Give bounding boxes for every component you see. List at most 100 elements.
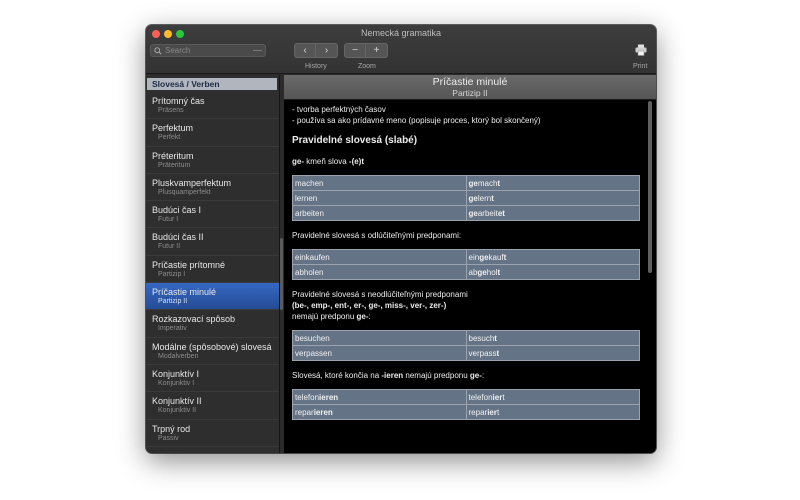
infinitive-cell: arbeiten	[292, 205, 467, 221]
sidebar-item-subtitle: Präteritum	[158, 161, 191, 169]
participle-cell: gearbeitet	[465, 205, 640, 221]
search-clear-icon[interactable]	[253, 50, 262, 51]
note-line: (be-, emp-, ent-, er-, ge-, miss-, ver-,…	[292, 300, 648, 311]
participle-cell: gemacht	[465, 175, 640, 191]
sidebar-item[interactable]: Rozkazovací spôsob Imperativ	[146, 310, 279, 338]
window-title: Nemecká gramatika	[360, 28, 442, 38]
participle-cell: verpasst	[465, 345, 640, 361]
table-row: abholen abgeholt	[292, 264, 640, 280]
sidebar-item-subtitle: Futur II	[158, 243, 181, 251]
sidebar-item-subtitle: Perfekt	[158, 134, 181, 142]
infinitive-cell: besuchen	[292, 330, 467, 346]
sidebar-item[interactable]: Budúci čas I Futur I	[146, 201, 279, 229]
word-part: ge	[479, 252, 489, 262]
word-part: t	[491, 193, 494, 203]
word-part: ge	[477, 267, 487, 277]
sidebar-item-subtitle: Präsens	[158, 107, 184, 114]
conjugation-table-regular: machen gemacht lernen gelernt arbeiten gearbe…	[292, 175, 640, 221]
table-row: telefonieren telefoniert	[292, 389, 640, 405]
sidebar-item-title: Trpný rod	[152, 423, 191, 434]
infinitive-cell: reparieren	[292, 404, 467, 420]
zoom-out-button[interactable]: −	[344, 43, 366, 58]
note-bold: ge-	[469, 371, 482, 380]
search-icon	[154, 46, 162, 55]
conjugation-table-inseparable: besuchen besucht verpassen verpasst	[292, 330, 640, 361]
sidebar-item[interactable]: Prítomný čas Präsens	[146, 92, 279, 120]
table-row: arbeiten gearbeitet	[292, 205, 640, 221]
word-part: mach	[477, 178, 498, 188]
sidebar-item[interactable]: Príčastie minulé Partizip II	[146, 283, 279, 311]
sidebar-item-title: Budúci čas II	[152, 232, 204, 243]
sidebar-item-subtitle: Imperativ	[158, 325, 187, 333]
sidebar-item-title: Rozkazovací spôsob	[152, 314, 236, 325]
print-label: Print	[633, 63, 648, 70]
content-title: Príčastie minulé	[432, 76, 508, 88]
word-part: telefon	[468, 392, 493, 402]
table-row: reparieren repariert	[292, 404, 640, 420]
sidebar-item[interactable]: Príčastie prítomné Partizip I	[146, 256, 279, 284]
sidebar-item[interactable]: Modálne (spôsobové) slovesá Modalverben	[146, 338, 279, 365]
printer-icon[interactable]	[635, 44, 647, 56]
infinitive-cell: lernen	[292, 190, 467, 206]
chevron-left-icon: ‹	[303, 45, 307, 56]
sidebar-item-title: Konjunktív II	[152, 396, 202, 407]
sidebar: Slovesá / Verben Prítomný čas Präsens Perf…	[146, 75, 280, 453]
sidebar-item-subtitle: Konjunktiv II	[158, 407, 197, 415]
participle-cell: gelernt	[465, 190, 640, 206]
word-part: t	[494, 333, 497, 343]
rule-text: kmeň slova	[304, 157, 349, 166]
word-part: verpass	[468, 348, 497, 358]
zoom-control: − +	[344, 43, 388, 58]
note-text: nemajú predponu	[292, 312, 357, 321]
word-part: ier	[492, 392, 503, 402]
word-part: ieren	[319, 392, 339, 402]
note-bold: ge-	[356, 312, 369, 321]
sidebar-item[interactable]: Trpný rod Passiv	[146, 420, 279, 447]
sidebar-item-subtitle: Partizip II	[158, 298, 188, 306]
content-pane: Príčastie minulé Partizip II - tvorba pe…	[284, 75, 656, 453]
note-inseparable: Pravidelné slovesá s neodlúčiteľnými pre…	[292, 289, 648, 322]
word-part: t	[503, 252, 507, 262]
back-button[interactable]: ‹	[294, 43, 316, 58]
sidebar-item[interactable]: Budúci čas II Futur II	[146, 228, 279, 256]
search-field[interactable]	[150, 44, 266, 57]
sidebar-item[interactable]: Perfektum Perfekt	[146, 119, 279, 147]
sidebar-item[interactable]: Konjunktív I Konjunktiv I	[146, 365, 279, 393]
content-scrollbar[interactable]	[648, 101, 652, 273]
note-ieren: Slovesá, ktoré končia na -ieren nemajú p…	[292, 370, 648, 381]
sidebar-scrollbar[interactable]	[280, 238, 283, 310]
word-part: ge	[468, 178, 478, 188]
sidebar-item-subtitle: Konjunktiv I	[158, 379, 195, 387]
history-label: History	[305, 63, 327, 70]
table-row: verpassen verpasst	[292, 345, 640, 361]
sidebar-list: Prítomný čas Präsens Perfektum Perfekt Préte…	[146, 92, 279, 447]
participle-cell: repariert	[465, 404, 640, 420]
sidebar-item[interactable]: Préteritum Präteritum	[146, 147, 279, 174]
table-row: lernen gelernt	[292, 190, 640, 206]
history-control: ‹ ›	[294, 43, 338, 58]
note-line: Pravidelné slovesá s neodlúčiteľnými pre…	[292, 290, 468, 299]
zoom-in-button[interactable]: +	[366, 43, 388, 58]
word-part: besuchen	[295, 333, 330, 343]
sidebar-item[interactable]: Pluskvamperfektum Plusquamperfekt	[146, 174, 279, 202]
word-part: arbeit	[477, 208, 498, 218]
table-row: machen gemacht	[292, 175, 640, 191]
word-part: ein	[468, 252, 480, 262]
zoom-label: Zoom	[358, 63, 376, 70]
note-text: nemajú predponu	[403, 371, 470, 380]
prefix-list: (be-, emp-, ent-, er-, ge-, miss-, ver-,…	[292, 301, 447, 310]
titlebar: Nemecká gramatika ‹ › History − + Zoom P…	[146, 25, 656, 74]
word-part: hol	[486, 267, 498, 277]
word-part: machen	[295, 178, 324, 188]
sidebar-item-title: Prítomný čas	[152, 96, 205, 106]
sidebar-item[interactable]: Konjunktív II Konjunktiv II	[146, 392, 279, 420]
search-input[interactable]	[165, 46, 255, 55]
table-row: einkaufen eingekauft	[292, 249, 640, 265]
sidebar-item-subtitle: Partizip I	[158, 270, 186, 278]
word-part: ier	[487, 407, 497, 417]
conjugation-table-ieren: telefonieren telefoniert reparieren reparie…	[292, 389, 640, 420]
forward-button[interactable]: ›	[316, 43, 338, 58]
plus-icon: +	[373, 45, 380, 56]
minus-icon: −	[352, 45, 358, 56]
word-part: verpassen	[295, 348, 332, 358]
